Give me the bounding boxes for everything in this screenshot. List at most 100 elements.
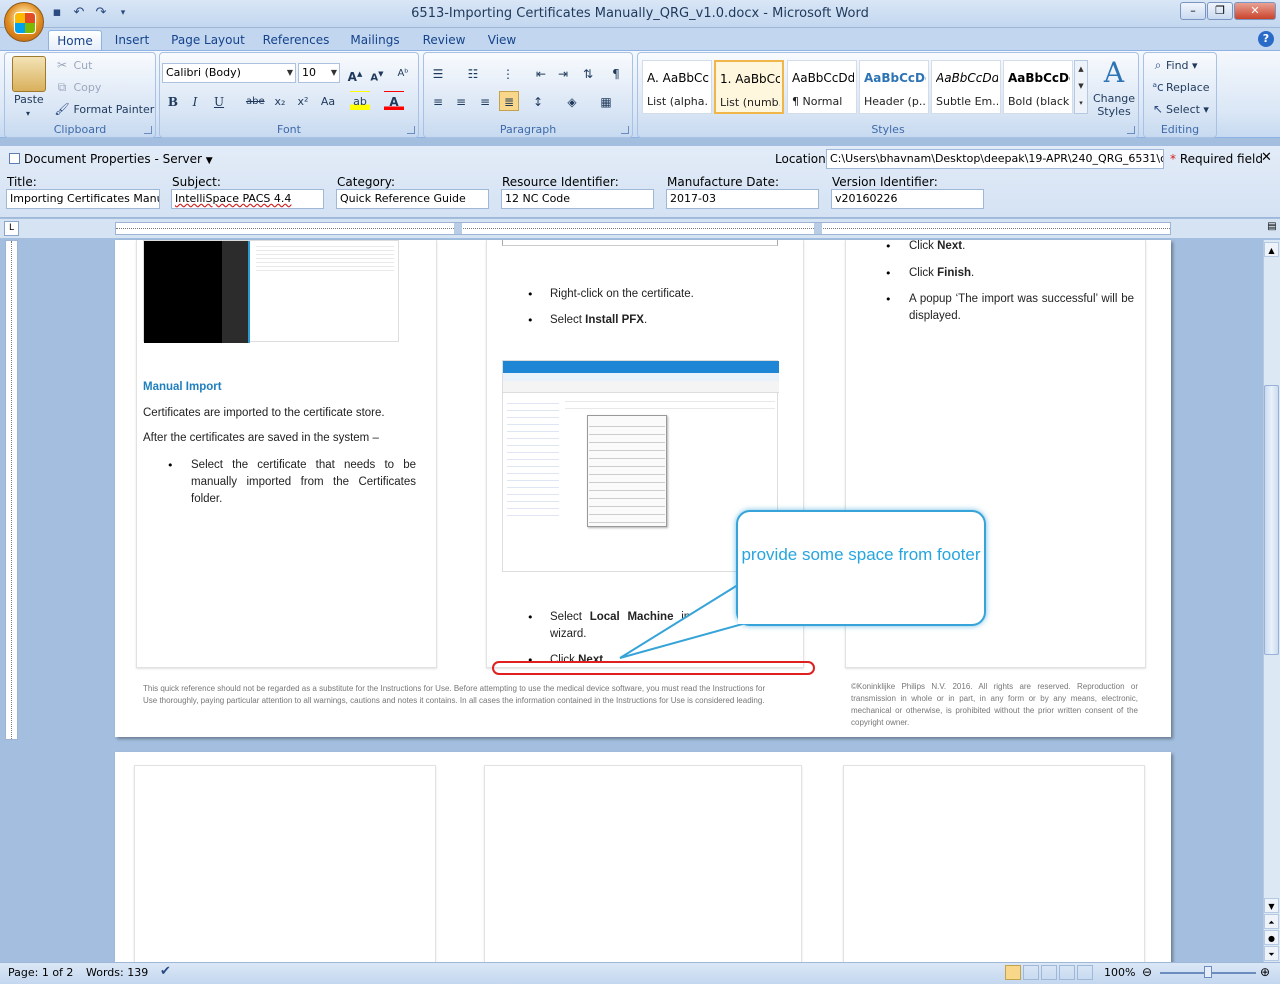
bullet-right-click: Right-click on the certificate. [550,288,694,300]
manufacture-date-field[interactable]: 2017-03 [666,189,819,209]
format-painter-button[interactable]: 🖌 Format Painter [54,101,154,118]
decrease-indent-icon[interactable]: ⇤ [531,63,551,83]
next-page-icon[interactable]: ⏷ [1264,946,1279,961]
version-field[interactable]: v20160226 [831,189,984,209]
tab-mailings[interactable]: Mailings [344,30,406,51]
shading-icon[interactable]: ◈ [562,91,582,111]
find-button[interactable]: ⌕ Find ▾ [1150,57,1198,74]
font-launcher-icon[interactable] [407,126,415,134]
clear-formatting-icon[interactable]: Aᵇ [393,63,413,83]
style-tile[interactable]: A. AaBbCcI List (alpha... [642,60,712,114]
resource-label: Resource Identifier: [502,175,619,189]
tab-references[interactable]: References [258,30,334,51]
tab-selector-icon[interactable]: L [4,221,19,236]
scroll-up-icon[interactable]: ▲ [1264,242,1279,257]
style-tile[interactable]: AaBbCcDdI Subtle Em... [931,60,1001,114]
proofing-icon[interactable]: ✔ [160,964,171,979]
change-styles-icon[interactable]: A [1098,56,1130,89]
location-field[interactable]: C:\Users\bhavnam\Desktop\deepak\19-APR\2… [826,149,1164,169]
shrink-font-icon[interactable]: A▼ [367,63,387,83]
page-count[interactable]: Page: 1 of 2 [8,966,73,979]
doc-props-title[interactable]: Document Properties - Server ▼ [9,152,213,166]
horizontal-ruler[interactable] [115,222,1171,235]
bullets-icon[interactable]: ☰ [428,63,448,83]
font-size-combo[interactable]: 10 ▼ [298,63,340,83]
select-browse-object-icon[interactable]: ● [1264,930,1279,945]
tab-view[interactable]: View [482,30,522,51]
italic-icon[interactable]: I [185,91,205,111]
bullet-select-certificate: Select the certificate that needs to be … [191,459,416,505]
previous-page-icon[interactable]: ⏶ [1264,914,1279,929]
vertical-ruler[interactable] [5,240,18,740]
word-count[interactable]: Words: 139 [86,966,148,979]
zoom-out-icon[interactable]: ⊖ [1142,965,1152,979]
print-layout-icon[interactable] [1005,965,1021,980]
styles-launcher-icon[interactable] [1127,126,1135,134]
multilevel-list-icon[interactable]: ⋮ [498,63,518,83]
clipboard-launcher-icon[interactable] [144,126,152,134]
line-spacing-icon[interactable]: ↕ [528,91,548,111]
style-tile-selected[interactable]: 1. AaBbCcI List (numb... [714,60,784,114]
zoom-in-icon[interactable]: ⊕ [1260,965,1270,979]
numbering-icon[interactable]: ☷ [463,63,483,83]
style-tile[interactable]: AaBbCcDdE Header (p... [859,60,929,114]
underline-icon[interactable]: U [209,91,229,111]
category-field[interactable]: Quick Reference Guide [336,189,489,209]
superscript-icon[interactable]: x² [293,91,313,111]
grow-font-icon[interactable]: A▲ [345,63,365,84]
align-left-icon[interactable]: ≡ [428,91,448,111]
full-screen-reading-icon[interactable] [1023,965,1039,980]
title-field[interactable]: Importing Certificates Manually [6,189,160,209]
resource-field[interactable]: 12 NC Code [501,189,654,209]
subject-field[interactable]: IntelliSpace PACS 4.4 [171,189,324,209]
highlight-icon[interactable]: ab [350,91,370,111]
tab-review[interactable]: Review [418,30,470,51]
zoom-level[interactable]: 100% [1104,966,1135,979]
tab-home[interactable]: Home [48,30,102,51]
help-icon[interactable]: ? [1258,31,1274,47]
style-tile[interactable]: AaBbCcDdE ¶ Normal [787,60,857,114]
tab-insert[interactable]: Insert [108,30,156,51]
paragraph-launcher-icon[interactable] [621,126,629,134]
style-tile[interactable]: AaBbCcDdE Bold (black) [1003,60,1073,114]
restore-button[interactable]: ❐ [1207,2,1233,20]
font-name-combo[interactable]: Calibri (Body) ▼ [162,63,296,83]
borders-icon[interactable]: ▦ [596,91,616,111]
minimize-button[interactable]: – [1180,2,1206,20]
align-center-icon[interactable]: ≡ [451,91,471,111]
text-run: Select [550,611,590,623]
styles-scroll-arrows[interactable]: ▲ ▼ ▾ [1074,60,1088,114]
close-icon[interactable]: ✕ [1261,150,1272,165]
show-formatting-icon[interactable]: ¶ [606,63,626,83]
tab-page-layout[interactable]: Page Layout [168,30,248,51]
scrollbar-thumb[interactable] [1264,385,1279,655]
scroll-down-icon[interactable]: ▼ [1264,898,1279,913]
change-case-icon[interactable]: Aa [318,91,338,111]
zoom-slider-thumb[interactable] [1204,966,1212,978]
paste-icon[interactable] [12,56,46,92]
office-button[interactable] [4,2,44,42]
font-color-icon[interactable]: A [384,91,404,111]
justify-icon[interactable]: ≣ [499,91,519,111]
outline-icon[interactable] [1059,965,1075,980]
text-run: Click [909,267,938,279]
web-layout-icon[interactable] [1041,965,1057,980]
cut-button[interactable]: ✂ Cut [54,57,93,74]
title-label: Title: [7,175,37,189]
replace-button[interactable]: ᵃc Replace [1150,79,1209,96]
subscript-icon[interactable]: x₂ [270,91,290,111]
copy-button[interactable]: ⧉ Copy [54,79,102,96]
bold-icon[interactable]: B [163,91,183,111]
sort-icon[interactable]: ⇅ [578,63,598,83]
view-ruler-icon[interactable]: ▤ [1265,221,1279,236]
location-label: Location: [775,152,830,166]
select-button[interactable]: ↖ Select ▾ [1150,101,1209,118]
cursor-icon: ↖ [1152,102,1164,116]
change-styles-button[interactable]: Change Styles [1092,92,1136,118]
increase-indent-icon[interactable]: ⇥ [553,63,573,83]
strikethrough-icon[interactable]: abe [245,91,265,111]
draft-icon[interactable] [1077,965,1093,980]
align-right-icon[interactable]: ≡ [475,91,495,111]
paste-dropdown-icon[interactable]: ▾ [26,106,30,122]
close-button[interactable]: ✕ [1234,2,1276,20]
